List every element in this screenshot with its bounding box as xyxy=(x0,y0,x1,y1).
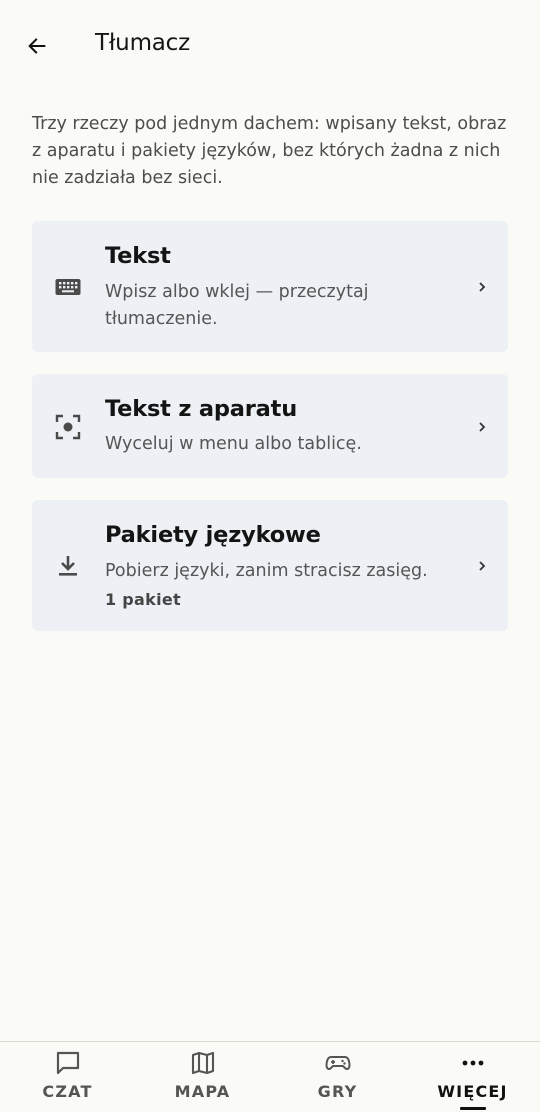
keyboard-icon xyxy=(53,272,83,302)
chevron-right-icon xyxy=(476,419,488,435)
nav-label: GRY xyxy=(317,1082,358,1101)
page-title: Tłumacz xyxy=(95,30,190,56)
card-text-translation[interactable]: Tekst Wpisz albo wklej — przeczytaj tłum… xyxy=(32,221,508,352)
map-icon xyxy=(189,1049,217,1077)
chat-bubble-icon xyxy=(54,1049,82,1077)
nav-item-czat[interactable]: CZAT xyxy=(0,1042,135,1112)
pack-count-badge: 1 pakiet xyxy=(105,590,181,609)
download-icon xyxy=(53,551,83,581)
nav-label: MAPA xyxy=(174,1082,231,1101)
intro-text: Trzy rzeczy pod jednym dachem: wpisany t… xyxy=(32,114,507,188)
nav-item-mapa[interactable]: MAPA xyxy=(135,1042,270,1112)
card-language-packs[interactable]: Pakiety językowe Pobierz języki, zanim s… xyxy=(32,500,508,631)
active-tab-indicator xyxy=(459,1107,486,1110)
card-camera-translation[interactable]: Tekst z aparatu Wyceluj w menu albo tabl… xyxy=(32,374,508,478)
card-subtitle: Pobierz języki, zanim stracisz zasięg. xyxy=(105,561,428,581)
bottom-navigation: CZAT MAPA GRY WIĘCEJ xyxy=(0,1041,540,1112)
nav-label: WIĘCEJ xyxy=(437,1082,508,1101)
card-title: Pakiety językowe xyxy=(105,522,321,548)
card-subtitle: Wpisz albo wklej — przeczytaj tłumaczeni… xyxy=(105,282,369,329)
arrow-left-icon xyxy=(28,38,46,54)
more-dots-icon xyxy=(459,1049,487,1077)
camera-scan-icon xyxy=(53,412,83,442)
card-subtitle: Wyceluj w menu albo tablicę. xyxy=(105,434,362,454)
back-button[interactable] xyxy=(20,28,54,64)
card-title: Tekst xyxy=(105,243,171,269)
gamepad-icon xyxy=(324,1049,352,1077)
nav-item-gry[interactable]: GRY xyxy=(270,1042,405,1112)
nav-item-wiecej[interactable]: WIĘCEJ xyxy=(405,1042,540,1112)
chevron-right-icon xyxy=(476,558,488,574)
app-bar: Tłumacz xyxy=(0,0,540,88)
chevron-right-icon xyxy=(476,279,488,295)
translator-screen: Tłumacz Trzy rzeczy pod jednym dachem: w… xyxy=(0,0,540,1112)
card-title: Tekst z aparatu xyxy=(105,396,298,422)
nav-label: CZAT xyxy=(42,1082,93,1101)
